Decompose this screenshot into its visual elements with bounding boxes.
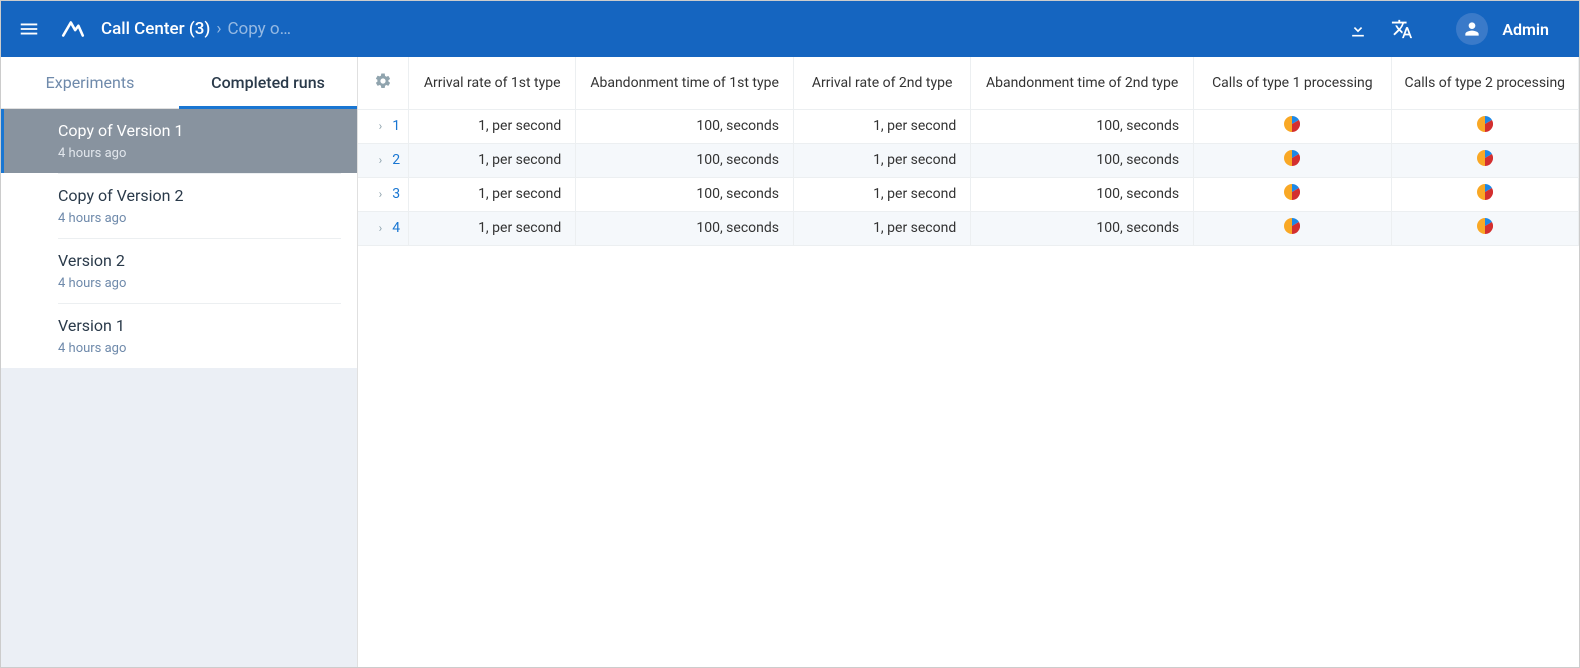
cell-abandon-2: 100, seconds (971, 211, 1194, 245)
table-row[interactable]: ›11, per second100, seconds1, per second… (358, 109, 1579, 143)
pie-chart-icon (1284, 184, 1300, 200)
cell-arrival-1: 1, per second (409, 177, 576, 211)
sidebar-tabs: Experiments Completed runs (1, 57, 357, 109)
run-item[interactable]: Version 1 4 hours ago (1, 303, 357, 368)
user-icon (1462, 19, 1482, 39)
pie-chart-icon (1284, 116, 1300, 132)
row-index: 1 (392, 118, 400, 134)
cell-processing-2[interactable] (1391, 109, 1578, 143)
results-panel: Arrival rate of 1st type Abandonment tim… (358, 57, 1579, 667)
cell-processing-2[interactable] (1391, 177, 1578, 211)
chevron-right-icon: › (379, 153, 383, 167)
pie-chart-icon (1477, 116, 1493, 132)
row-expand[interactable]: ›4 (358, 211, 409, 245)
run-timestamp: 4 hours ago (58, 146, 341, 161)
row-index: 4 (392, 220, 400, 236)
run-timestamp: 4 hours ago (58, 341, 341, 356)
download-button[interactable] (1336, 7, 1380, 51)
run-title: Version 2 (58, 251, 341, 270)
gear-icon (374, 72, 392, 90)
cell-processing-1[interactable] (1194, 177, 1392, 211)
col-abandonment-1[interactable]: Abandonment time of 1st type (576, 57, 794, 109)
download-icon (1348, 19, 1368, 39)
pie-chart-icon (1284, 150, 1300, 166)
chevron-right-icon: › (379, 187, 383, 201)
cell-abandon-1: 100, seconds (576, 143, 794, 177)
breadcrumb-sub[interactable]: Copy o… (227, 19, 291, 39)
chevron-right-icon: › (379, 119, 383, 133)
cell-processing-1[interactable] (1194, 211, 1392, 245)
cell-abandon-1: 100, seconds (576, 177, 794, 211)
table-row[interactable]: ›21, per second100, seconds1, per second… (358, 143, 1579, 177)
cell-processing-1[interactable] (1194, 143, 1392, 177)
col-processing-1[interactable]: Calls of type 1 processing (1194, 57, 1392, 109)
avatar (1456, 13, 1488, 45)
row-expand[interactable]: ›1 (358, 109, 409, 143)
cell-processing-2[interactable] (1391, 143, 1578, 177)
run-item[interactable]: Copy of Version 1 4 hours ago (1, 109, 357, 173)
pie-chart-icon (1477, 184, 1493, 200)
cell-processing-2[interactable] (1391, 211, 1578, 245)
run-item[interactable]: Copy of Version 2 4 hours ago (1, 173, 357, 238)
run-title: Copy of Version 1 (58, 121, 341, 140)
hamburger-icon (18, 18, 40, 40)
cell-abandon-2: 100, seconds (971, 177, 1194, 211)
row-index: 3 (392, 186, 400, 202)
cell-arrival-2: 1, per second (794, 211, 971, 245)
table-row[interactable]: ›31, per second100, seconds1, per second… (358, 177, 1579, 211)
user-menu[interactable]: Admin (1456, 13, 1567, 45)
row-expand[interactable]: ›3 (358, 177, 409, 211)
col-arrival-rate-2[interactable]: Arrival rate of 2nd type (794, 57, 971, 109)
app-logo-icon (59, 15, 87, 43)
chevron-right-icon: › (379, 221, 383, 235)
row-index: 2 (392, 152, 400, 168)
run-timestamp: 4 hours ago (58, 276, 341, 291)
cell-arrival-1: 1, per second (409, 143, 576, 177)
results-table: Arrival rate of 1st type Abandonment tim… (358, 57, 1579, 246)
cell-arrival-2: 1, per second (794, 109, 971, 143)
pie-chart-icon (1284, 218, 1300, 234)
cell-arrival-1: 1, per second (409, 211, 576, 245)
menu-button[interactable] (11, 11, 47, 47)
cell-abandon-2: 100, seconds (971, 143, 1194, 177)
run-title: Version 1 (58, 316, 341, 335)
language-button[interactable] (1380, 7, 1424, 51)
tab-experiments[interactable]: Experiments (1, 57, 179, 108)
col-arrival-rate-1[interactable]: Arrival rate of 1st type (409, 57, 576, 109)
sidebar: Experiments Completed runs Copy of Versi… (1, 57, 358, 667)
breadcrumb[interactable]: Call Center (3) › Copy o… (101, 19, 291, 39)
breadcrumb-main[interactable]: Call Center (3) (101, 19, 210, 39)
cell-abandon-2: 100, seconds (971, 109, 1194, 143)
cell-arrival-2: 1, per second (794, 143, 971, 177)
user-name: Admin (1502, 20, 1549, 39)
cell-arrival-1: 1, per second (409, 109, 576, 143)
run-item[interactable]: Version 2 4 hours ago (1, 238, 357, 303)
run-timestamp: 4 hours ago (58, 211, 341, 226)
cell-abandon-1: 100, seconds (576, 211, 794, 245)
run-title: Copy of Version 2 (58, 186, 341, 205)
row-expand[interactable]: ›2 (358, 143, 409, 177)
app-header: Call Center (3) › Copy o… Admin (1, 1, 1579, 57)
pie-chart-icon (1477, 150, 1493, 166)
translate-icon (1391, 18, 1413, 40)
cell-arrival-2: 1, per second (794, 177, 971, 211)
settings-column-header[interactable] (358, 57, 409, 109)
breadcrumb-separator: › (216, 19, 221, 39)
cell-processing-1[interactable] (1194, 109, 1392, 143)
table-row[interactable]: ›41, per second100, seconds1, per second… (358, 211, 1579, 245)
cell-abandon-1: 100, seconds (576, 109, 794, 143)
col-abandonment-2[interactable]: Abandonment time of 2nd type (971, 57, 1194, 109)
tab-completed-runs[interactable]: Completed runs (179, 57, 357, 108)
runs-list: Copy of Version 14 hours agoCopy of Vers… (1, 109, 357, 368)
col-processing-2[interactable]: Calls of type 2 processing (1391, 57, 1578, 109)
pie-chart-icon (1477, 218, 1493, 234)
